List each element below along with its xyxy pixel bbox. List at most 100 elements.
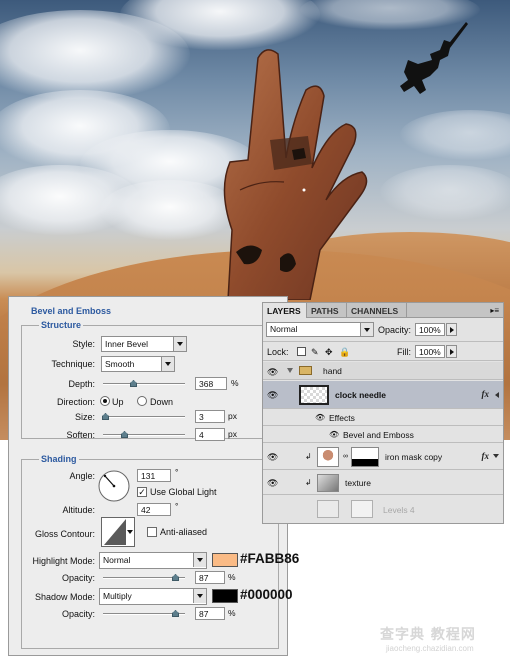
opacity-arrow-button[interactable] [446,323,457,336]
highlight-mode-label: Highlight Mode: [32,556,95,566]
layer-effects-row[interactable]: 👁 Effects [263,410,503,426]
layer-name: texture [345,478,371,488]
shading-title: Shading [39,454,79,464]
site-watermark: 查字典 教程网 jiaocheng.chazidian.com [380,624,510,660]
angle-unit: ° [175,467,179,477]
collapse-arrow-icon[interactable] [495,392,499,398]
clock-needle-image [400,22,468,94]
layer-iron-mask-copy[interactable]: 👁 ↲ ∞ iron mask copy fx [263,444,503,470]
shadow-opacity-unit: % [228,608,236,618]
lock-position-icon[interactable]: ✥ [325,347,334,357]
direction-down-radio[interactable] [137,396,147,406]
chain-icon: ∞ [343,453,348,460]
opacity-label: Opacity: [378,325,412,335]
direction-up-label: Up [112,397,124,407]
highlight-color-swatch[interactable] [212,553,238,567]
layer-clock-needle[interactable]: 👁 clock needle fx [263,381,503,409]
eye-icon[interactable]: 👁 [329,430,339,439]
shadow-color-swatch[interactable] [212,589,238,603]
lock-pixels-icon[interactable]: ✎ [311,347,320,357]
anti-aliased-label: Anti-aliased [160,527,208,537]
fill-label: Fill: [397,347,411,357]
lock-all-icon[interactable]: 🔒 [339,347,350,357]
lock-row: Lock: ✎ ✥ 🔒 Fill: 100% [263,341,503,361]
style-value: Inner Bevel [105,339,148,349]
tab-paths[interactable]: PATHS [307,303,347,318]
lock-transparent-icon[interactable] [297,347,306,356]
gloss-contour-label: Gloss Contour: [34,529,95,539]
altitude-input[interactable]: 42 [137,503,171,516]
fill-arrow-button[interactable] [446,345,457,358]
panel-title: Bevel and Emboss [31,306,112,316]
fx-icon[interactable]: fx [482,451,490,461]
disclosure-triangle-icon[interactable] [287,368,293,373]
fill-input[interactable]: 100% [415,345,445,358]
folder-icon [299,366,312,375]
chevron-down-icon [193,589,206,603]
tab-channels[interactable]: CHANNELS [347,303,407,318]
layer-bevel-emboss-row[interactable]: 👁 Bevel and Emboss [263,427,503,443]
structure-title: Structure [39,320,84,330]
layer-levels-4[interactable]: Levels 4 [263,496,503,523]
size-label: Size: [74,412,95,422]
depth-slider-track[interactable] [103,383,185,385]
angle-label: Angle: [69,471,95,481]
angle-dial[interactable] [97,469,131,503]
angle-input[interactable]: 131 [137,469,171,482]
highlight-opacity-input[interactable]: 87 [195,571,225,584]
eye-icon[interactable]: 👁 [267,478,279,488]
direction-up-radio[interactable] [100,396,110,406]
highlight-mode-select[interactable]: Normal [99,552,207,569]
opacity-input[interactable]: 100% [415,323,445,336]
use-global-light-checkbox[interactable]: ✓ [137,487,147,497]
shadow-mode-value: Multiply [103,591,132,601]
soften-input[interactable]: 4 [195,428,225,441]
shadow-opacity-input[interactable]: 87 [195,607,225,620]
expand-arrow-icon[interactable] [493,454,499,458]
chevron-right-icon [450,349,454,355]
shadow-mode-label: Shadow Mode: [34,592,95,602]
shadow-mode-select[interactable]: Multiply [99,588,207,605]
layer-name: iron mask copy [385,452,443,462]
soften-label: Soften: [66,430,95,440]
panel-menu-icon[interactable]: ▸≡ [490,306,499,315]
tab-layers[interactable]: LAYERS [263,303,307,318]
size-input[interactable]: 3 [195,410,225,423]
gloss-contour-picker[interactable] [101,517,135,547]
highlight-opacity-label: Opacity: [61,573,95,583]
highlight-opacity-unit: % [228,572,236,582]
lock-label: Lock: [267,347,289,357]
bevel-emboss-effect-label: Bevel and Emboss [343,430,414,440]
size-slider-track[interactable] [103,416,185,418]
layer-texture[interactable]: 👁 ↲ texture [263,471,503,495]
panel-tabs: LAYERS PATHS CHANNELS ▸≡ [263,303,503,318]
fx-icon[interactable]: fx [482,389,490,399]
style-select[interactable]: Inner Bevel [101,336,187,352]
shadow-opacity-label: Opacity: [61,609,95,619]
depth-input[interactable]: 368 [195,377,227,390]
eye-icon[interactable]: 👁 [267,390,279,400]
chevron-down-icon [193,553,206,567]
anti-aliased-checkbox[interactable] [147,527,157,537]
depth-unit: % [231,378,239,388]
layer-group-hand[interactable]: 👁 hand [263,362,503,380]
eye-icon[interactable]: 👁 [315,413,325,422]
chevron-down-icon [360,323,373,336]
altitude-label: Altitude: [62,505,95,515]
clip-arrow-icon: ↲ [305,478,312,487]
direction-label: Direction: [56,397,95,407]
rusted-hand-image [223,49,368,300]
eye-icon[interactable]: 👁 [267,452,279,462]
layer-name: Levels 4 [383,505,415,515]
soften-slider-track[interactable] [103,434,185,436]
depth-label: Depth: [68,379,95,389]
technique-select[interactable]: Smooth [101,356,175,372]
chevron-down-icon [161,357,174,371]
watermark-url: jiaocheng.chazidian.com [386,644,474,653]
chevron-down-icon [173,337,186,351]
eye-icon[interactable]: 👁 [267,367,279,377]
blend-mode-value: Normal [270,324,298,334]
blend-mode-select[interactable]: Normal [266,322,374,337]
layer-name: clock needle [335,390,387,400]
effects-label: Effects [329,413,355,423]
